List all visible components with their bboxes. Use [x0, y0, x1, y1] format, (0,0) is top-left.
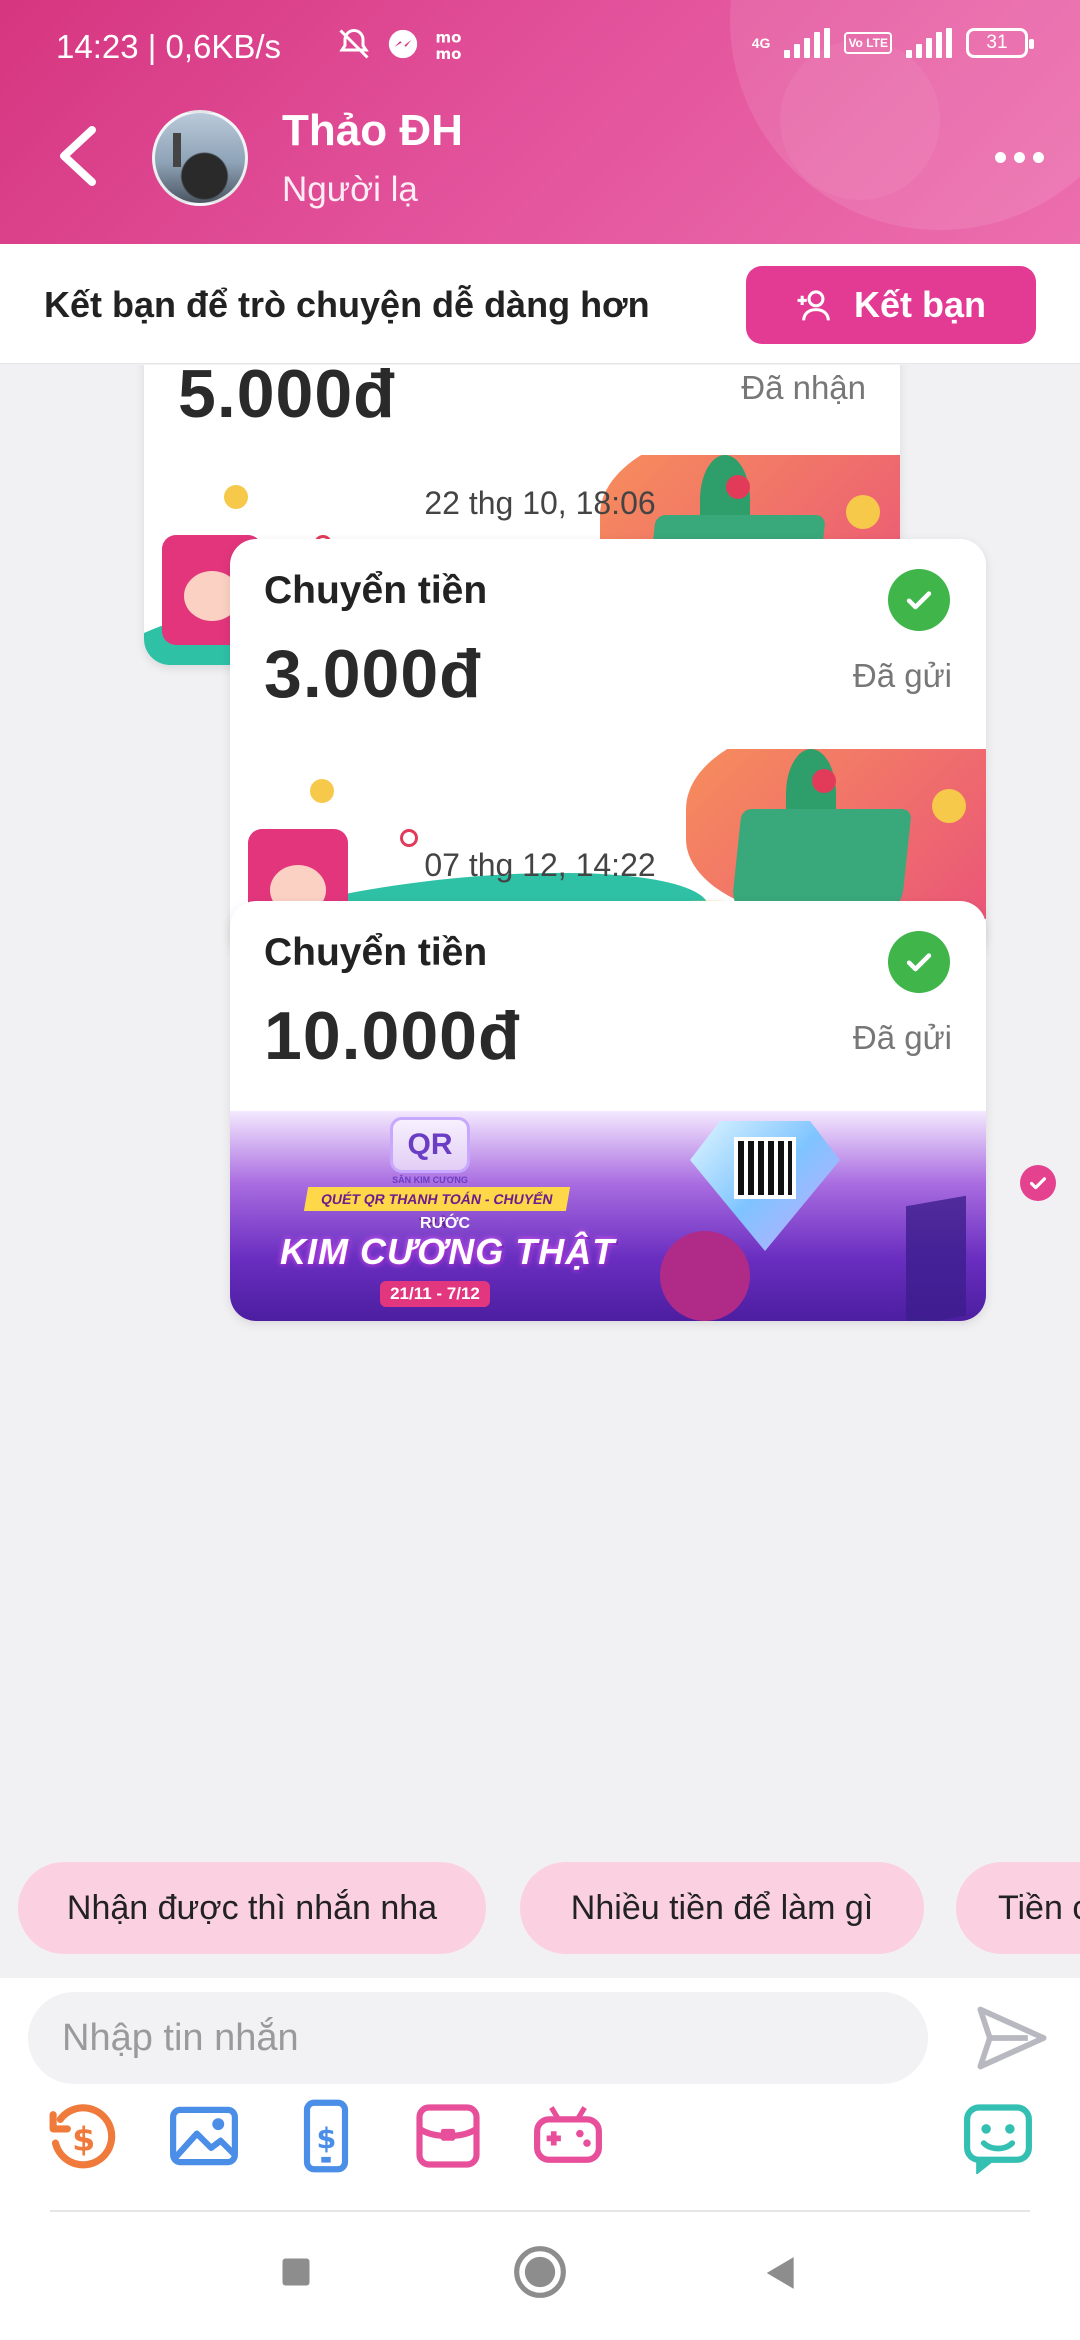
- phone-payment-icon[interactable]: $: [288, 2098, 364, 2174]
- message-timestamp: 07 thg 12, 14:22: [424, 847, 656, 883]
- contact-avatar[interactable]: [152, 110, 248, 206]
- status-notification-icons: mo mo: [336, 26, 470, 62]
- contact-subtitle: Người lạ: [282, 170, 418, 209]
- promo-strip: QUÉT QR THANH TOÁN - CHUYỂN TRẢ: [303, 1187, 571, 1231]
- transfer-status: Đã gửi: [852, 657, 952, 694]
- quick-replies: Nhận được thì nhắn nha Nhiều tiền để làm…: [0, 1860, 1080, 1956]
- composer-toolbar: $ $: [0, 2098, 1080, 2208]
- back-arrow-icon[interactable]: [52, 124, 108, 188]
- recent-apps-icon[interactable]: [278, 2254, 314, 2290]
- add-person-icon: [797, 290, 830, 321]
- messenger-icon: [388, 29, 418, 59]
- battery-level: 31: [986, 32, 1008, 53]
- volte-icon: Vo LTE: [844, 32, 892, 54]
- momo-icon: momo: [436, 29, 462, 63]
- transfer-amount: 5.000đ: [178, 365, 396, 432]
- add-friend-button[interactable]: Kết bạn: [746, 266, 1036, 344]
- system-nav-bar: [0, 2214, 1080, 2340]
- gift-envelope-icon[interactable]: [410, 2098, 486, 2174]
- transfer-status: Đã nhận: [741, 369, 866, 406]
- chat-area[interactable]: 5.000đ Đã nhận 22 thg 10, 18:06 Chuyển t…: [0, 365, 1080, 1820]
- check-icon: [888, 569, 950, 631]
- mute-bell-icon: [339, 28, 369, 59]
- status-right-icons: 4G Vo LTE 31: [751, 28, 1034, 58]
- divider: [50, 2210, 1030, 2212]
- promo-date: 21/11 - 7/12: [380, 1281, 490, 1307]
- add-friend-banner: Kết bạn để trò chuyện dễ dàng hơn Kết bạ…: [0, 244, 1080, 364]
- quick-reply-chip[interactable]: Tiền c: [956, 1862, 1080, 1954]
- message-timestamp: 22 thg 10, 18:06: [424, 485, 656, 521]
- image-icon[interactable]: [166, 2098, 242, 2174]
- svg-text:$: $: [72, 2119, 95, 2158]
- promo-qr-logo: QR: [390, 1117, 470, 1173]
- status-time: 14:23 | 0,6KB/s: [56, 28, 282, 65]
- signal-icon: [906, 28, 952, 58]
- quick-reply-chip[interactable]: Nhận được thì nhắn nha: [18, 1862, 486, 1954]
- money-request-icon[interactable]: $: [46, 2098, 122, 2174]
- transfer-amount: 3.000đ: [264, 636, 482, 712]
- promo-banner[interactable]: QR SĂN KIM CƯƠNG QUÉT QR THANH TOÁN - CH…: [230, 1111, 986, 1321]
- message-input[interactable]: [28, 1992, 928, 2084]
- more-options-icon[interactable]: [995, 152, 1044, 163]
- battery-icon: 31: [966, 28, 1034, 58]
- promo-headline: KIM CƯƠNG THẬT: [280, 1231, 616, 1272]
- mascot-image: [660, 1231, 750, 1321]
- qr-code-image: [734, 1137, 796, 1199]
- chat-header: 14:23 | 0,6KB/s mo mo 4G Vo LTE 31 Thảo Đ…: [0, 0, 1080, 244]
- back-nav-icon[interactable]: [762, 2254, 800, 2292]
- composer: $ $: [0, 1978, 1080, 2340]
- transfer-title: Chuyển tiền: [264, 569, 488, 612]
- quick-reply-chip[interactable]: Nhiều tiền để làm gì: [520, 1862, 924, 1954]
- svg-text:mo: mo: [436, 29, 462, 47]
- add-friend-label: Kết bạn: [853, 284, 986, 325]
- svg-text:$: $: [317, 2122, 337, 2155]
- signal-icon: [784, 28, 831, 58]
- status-bar: 14:23 | 0,6KB/s mo mo 4G Vo LTE 31: [0, 0, 1080, 96]
- add-friend-text: Kết bạn để trò chuyện dễ dàng hơn: [44, 284, 650, 325]
- network-label: 4G: [751, 35, 771, 51]
- send-icon[interactable]: [974, 2000, 1050, 2076]
- city-decoration: [906, 1195, 966, 1321]
- check-icon: [888, 931, 950, 993]
- game-icon[interactable]: [530, 2098, 606, 2174]
- transfer-title: Chuyển tiền: [264, 931, 488, 974]
- transfer-card[interactable]: Chuyển tiền 10.000đ Đã gửi QR SĂN KIM CƯ…: [230, 901, 986, 1321]
- transfer-status: Đã gửi: [852, 1019, 952, 1056]
- contact-name[interactable]: Thảo ĐH: [282, 106, 463, 156]
- promo-logo-subtitle: SĂN KIM CƯƠNG: [392, 1175, 468, 1185]
- svg-text:mo: mo: [436, 45, 462, 62]
- home-icon[interactable]: [512, 2244, 568, 2300]
- sticker-icon[interactable]: [960, 2098, 1036, 2174]
- transfer-card[interactable]: Chuyển tiền 3.000đ Đã gửi: [230, 539, 986, 959]
- transfer-amount: 10.000đ: [264, 998, 521, 1074]
- read-receipt-icon: [1020, 1165, 1056, 1201]
